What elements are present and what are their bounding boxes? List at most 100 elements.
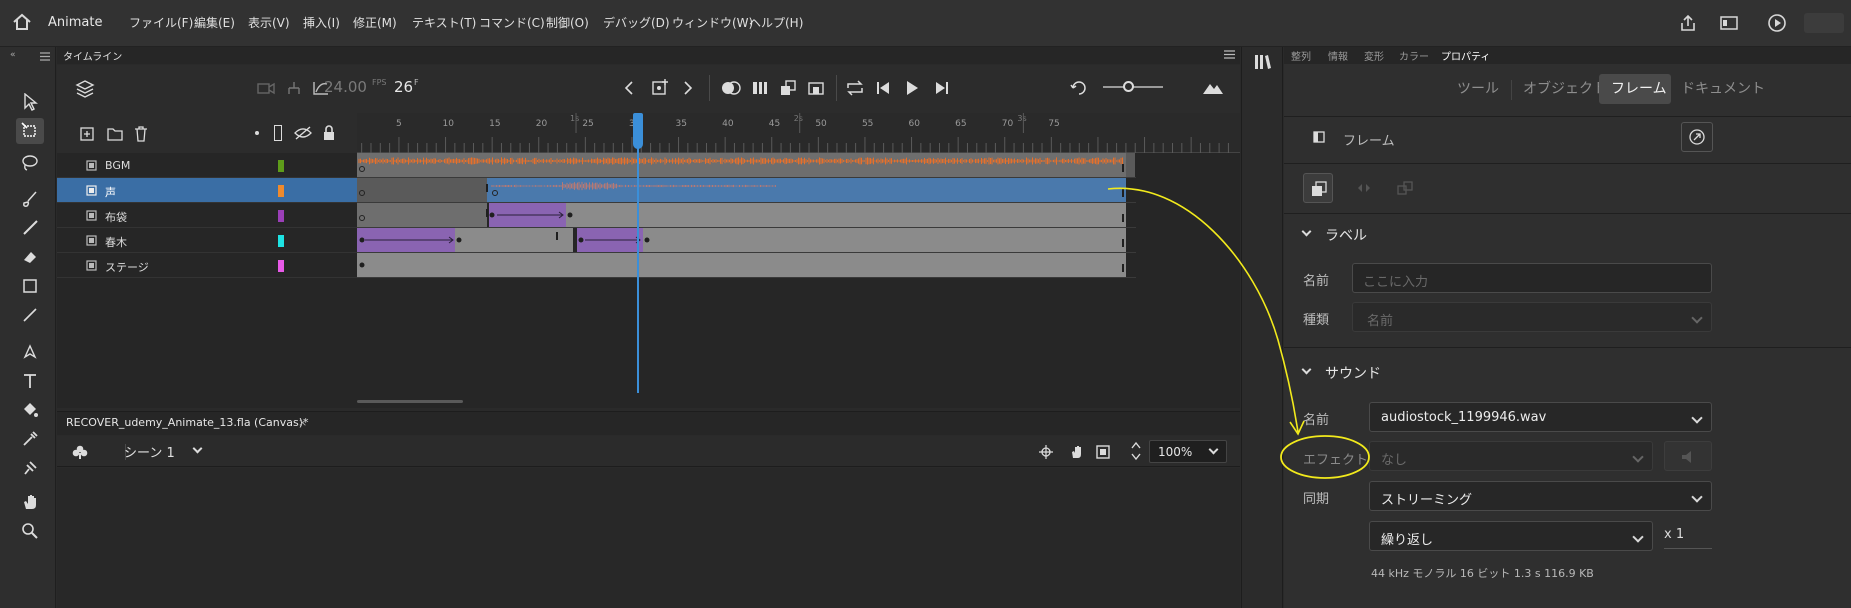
document-tab[interactable]: RECOVER_udemy_Animate_13.fla (Canvas)* [66, 416, 309, 429]
eyedropper-tool-icon[interactable] [16, 426, 44, 452]
timeline-tab[interactable]: タイムライン [63, 48, 122, 63]
chevron-down-icon[interactable] [192, 443, 203, 454]
show-dot-icon[interactable] [255, 131, 259, 135]
zoom-tool-icon[interactable] [16, 518, 44, 544]
line-tool-icon[interactable] [16, 302, 44, 328]
tab-transform[interactable]: 変形 [1364, 48, 1384, 63]
workspace-icon[interactable] [1720, 15, 1738, 31]
clip-icon[interactable] [1095, 444, 1111, 460]
loop-icon[interactable] [845, 79, 865, 97]
home-icon[interactable] [12, 13, 32, 31]
rectangle-tool-icon[interactable] [16, 273, 44, 299]
layer-color-swatch[interactable] [278, 235, 284, 247]
crosshair-icon[interactable] [1039, 445, 1053, 459]
close-tab-icon[interactable]: × [298, 416, 307, 429]
paint-brush-tool-icon[interactable] [16, 186, 44, 212]
menu-modify[interactable]: 修正(M) [353, 14, 397, 31]
tab-properties[interactable]: プロパティ [1441, 48, 1490, 63]
open-frame-button[interactable] [1681, 122, 1713, 152]
tab-align[interactable]: 整列 [1291, 48, 1311, 63]
layer-color-swatch[interactable] [278, 185, 284, 197]
menu-window[interactable]: ウィンドウ(W) [672, 14, 753, 31]
text-tool-icon[interactable] [16, 368, 44, 394]
outline-icon[interactable] [274, 125, 282, 141]
create-tween-icon[interactable] [779, 79, 797, 97]
segment-object[interactable]: オブジェクト [1523, 78, 1607, 98]
layer-row[interactable]: ステージ [57, 253, 357, 278]
tab-color[interactable]: カラー [1399, 48, 1429, 63]
panel-menu-icon[interactable] [40, 52, 50, 61]
layer-color-swatch[interactable] [278, 260, 284, 272]
segment-document[interactable]: ドキュメント [1681, 78, 1765, 98]
timeline-menu-icon[interactable] [1224, 50, 1235, 59]
layer-row[interactable]: 布袋 [57, 203, 357, 228]
camera-icon[interactable] [257, 81, 275, 95]
segment-frame[interactable]: フレーム [1611, 78, 1667, 98]
menu-file[interactable]: ファイル(F) [129, 14, 193, 31]
timeline-ruler[interactable]: 510152025303540455055606570751s2s3s [357, 113, 1240, 153]
layer-row-selected[interactable]: 声 [57, 178, 357, 203]
clubs-icon[interactable] [72, 444, 88, 460]
segment-tool[interactable]: ツール [1457, 78, 1499, 98]
layer-row[interactable]: BGM [57, 153, 357, 178]
chevron-down-icon[interactable] [1208, 444, 1219, 455]
menu-edit[interactable]: 編集(E) [194, 14, 235, 31]
play-icon[interactable] [905, 80, 919, 96]
sound-name-select[interactable]: audiostock_1199946.wav [1369, 402, 1712, 432]
library-icon[interactable] [1253, 53, 1273, 71]
share-icon[interactable] [1679, 14, 1697, 32]
layer-color-swatch[interactable] [278, 210, 284, 222]
new-layer-icon[interactable] [80, 127, 94, 141]
zoom-stepper-icon[interactable] [1131, 440, 1141, 462]
layers-icon[interactable] [75, 79, 95, 99]
hide-icon[interactable] [294, 126, 312, 140]
trash-icon[interactable] [134, 126, 148, 142]
current-frame[interactable]: 26 [394, 78, 413, 96]
menu-view[interactable]: 表示(V) [248, 14, 290, 31]
rotate-hand-icon[interactable] [1069, 444, 1085, 460]
pen-tool-icon[interactable] [16, 339, 44, 365]
onion-skin-icon[interactable] [721, 79, 741, 97]
sound-effect-select[interactable]: なし [1369, 441, 1653, 471]
sound-repeat-count[interactable]: x 1 [1664, 527, 1684, 542]
search-box[interactable] [1804, 13, 1844, 33]
sound-repeat-select[interactable]: 繰り返し [1369, 521, 1653, 551]
sound-sync-select[interactable]: ストリーミング [1369, 481, 1712, 511]
lasso-tool-icon[interactable] [16, 150, 44, 176]
step-forward-icon[interactable] [934, 80, 950, 96]
collapse-icon[interactable]: « [10, 50, 16, 60]
playhead-handle[interactable] [633, 113, 643, 149]
layer-row[interactable]: 春木 [57, 228, 357, 253]
zoom-field[interactable]: 100% [1149, 440, 1227, 463]
hand-tool-icon[interactable] [16, 489, 44, 515]
menu-text[interactable]: テキスト(T) [412, 14, 476, 31]
paint-bucket-tool-icon[interactable] [16, 397, 44, 423]
frame-tracks[interactable] [357, 153, 1240, 408]
test-movie-icon[interactable] [1767, 13, 1787, 33]
menu-commands[interactable]: コマンド(C) [479, 14, 545, 31]
brush-tool-icon[interactable] [16, 215, 44, 241]
prev-keyframe-icon[interactable] [624, 81, 634, 95]
center-playhead-icon[interactable] [1070, 80, 1090, 96]
eraser-tool-icon[interactable] [16, 244, 44, 270]
link-button[interactable] [1390, 173, 1420, 203]
menu-debug[interactable]: デバッグ(D) [603, 14, 670, 31]
menu-insert[interactable]: 挿入(I) [303, 14, 340, 31]
swap-button[interactable] [1349, 173, 1379, 203]
tab-info[interactable]: 情報 [1328, 48, 1348, 63]
fps-value[interactable]: 24.00 [324, 78, 367, 96]
playhead-line[interactable] [637, 113, 639, 393]
insert-keyframe-icon[interactable] [651, 78, 669, 96]
timeline-zoom-handle[interactable] [1123, 81, 1134, 92]
layer-parenting-icon[interactable] [285, 80, 303, 96]
label-type-select[interactable]: 名前 [1352, 302, 1712, 332]
menu-control[interactable]: 制御(O) [546, 14, 589, 31]
edit-multiple-frames-icon[interactable] [751, 79, 769, 97]
lock-icon[interactable] [322, 125, 336, 141]
convert-button[interactable] [1303, 173, 1333, 203]
edit-effect-button[interactable] [1664, 441, 1712, 471]
layer-color-swatch[interactable] [278, 160, 284, 172]
free-transform-tool-icon[interactable] [16, 118, 44, 144]
insert-frame-icon[interactable] [807, 79, 825, 97]
scene-selector[interactable]: シーン 1 [124, 442, 175, 461]
